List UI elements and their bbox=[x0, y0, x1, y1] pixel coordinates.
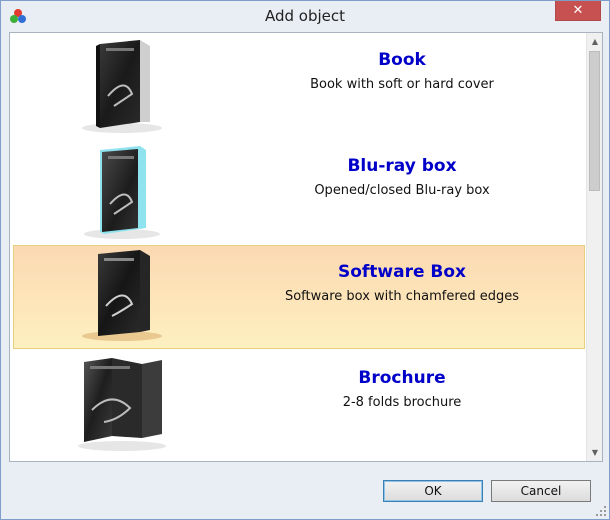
vertical-scrollbar[interactable]: ▲ ▼ bbox=[586, 33, 602, 461]
object-list[interactable]: Book Book with soft or hard cover Blu-ra… bbox=[10, 33, 586, 461]
item-description: Software box with chamfered edges bbox=[284, 289, 520, 304]
scrollbar-thumb[interactable] bbox=[589, 51, 600, 191]
window-title: Add object bbox=[264, 7, 346, 25]
object-list-frame: Book Book with soft or hard cover Blu-ra… bbox=[9, 32, 603, 462]
cancel-button[interactable]: Cancel bbox=[491, 480, 591, 502]
item-description: Opened/closed Blu-ray box bbox=[314, 183, 490, 198]
book-thumbnail-icon bbox=[82, 40, 162, 133]
bluray-box-thumbnail-icon bbox=[84, 146, 160, 239]
list-item-bluray-box[interactable]: Blu-ray box Opened/closed Blu-ray box bbox=[13, 139, 585, 243]
resize-grip-icon[interactable] bbox=[595, 505, 607, 517]
ok-button[interactable]: OK bbox=[383, 480, 483, 502]
item-description: Book with soft or hard cover bbox=[310, 77, 494, 92]
item-title: Book bbox=[378, 50, 426, 70]
item-title: Blu-ray box bbox=[347, 156, 457, 176]
brochure-thumbnail-icon bbox=[78, 358, 166, 451]
scroll-down-arrow-icon[interactable]: ▼ bbox=[587, 444, 602, 461]
item-title: Software Box bbox=[337, 262, 467, 282]
software-box-thumbnail-icon bbox=[82, 250, 162, 341]
title-bar[interactable]: Add object ✕ bbox=[1, 1, 609, 31]
list-item-software-box[interactable]: Software Box Software box with chamfered… bbox=[13, 245, 585, 349]
close-button[interactable]: ✕ bbox=[555, 1, 601, 21]
list-item-book[interactable]: Book Book with soft or hard cover bbox=[13, 33, 585, 137]
close-icon: ✕ bbox=[572, 3, 584, 18]
item-title: Brochure bbox=[358, 368, 446, 388]
add-object-dialog: Add object ✕ Book Book with soft or hard… bbox=[0, 0, 610, 520]
item-description: 2-8 folds brochure bbox=[342, 395, 462, 410]
scroll-up-arrow-icon[interactable]: ▲ bbox=[587, 33, 602, 50]
list-item-brochure[interactable]: Brochure 2-8 folds brochure bbox=[13, 351, 585, 455]
